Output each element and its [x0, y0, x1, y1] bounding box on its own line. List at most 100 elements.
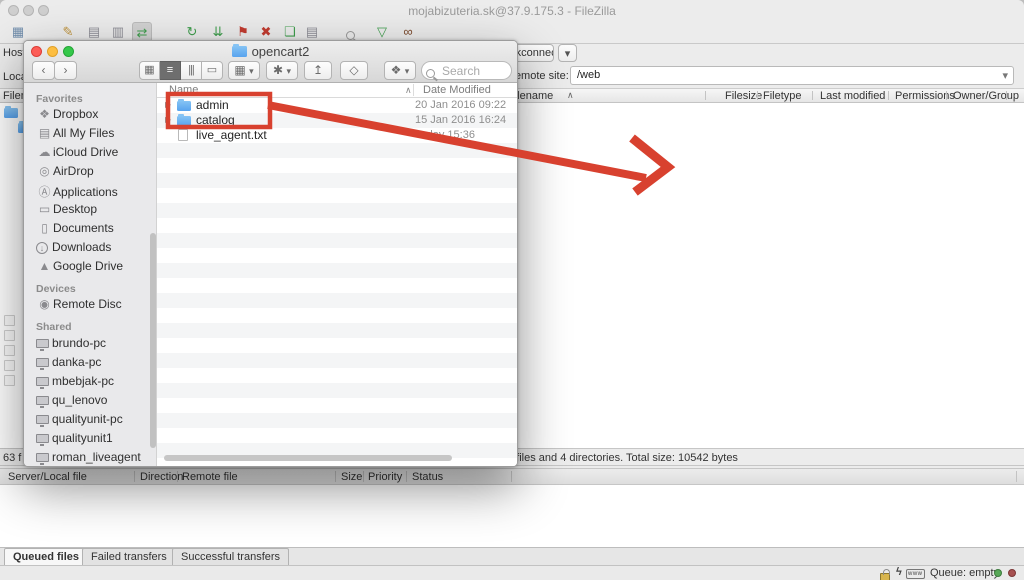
queue-status-text: Queue: empty — [930, 567, 999, 579]
tag-button[interactable]: ◇ — [340, 61, 368, 80]
fz-close-button[interactable] — [8, 5, 19, 16]
sidebar-item-airdrop[interactable]: ◎AirDrop — [36, 164, 94, 182]
horizontal-scrollbar[interactable] — [164, 455, 452, 461]
filter-icon[interactable]: ▽ — [372, 22, 392, 42]
toggle-queue-icon[interactable]: ⚑ — [233, 22, 253, 42]
sidebar-item-desktop[interactable]: ▭Desktop — [36, 202, 97, 220]
queue-col-local[interactable]: Server/Local file — [8, 471, 87, 483]
compare-icon[interactable]: ∞ — [398, 22, 418, 42]
remote-col-filetype[interactable]: Filetype — [763, 90, 802, 102]
forward-button[interactable]: › — [54, 61, 77, 80]
sidebar-scrollbar[interactable] — [150, 233, 156, 448]
arrange-button[interactable]: ▦ ▾ — [228, 61, 260, 80]
queue-col-remote[interactable]: Remote file — [182, 471, 238, 483]
queue-col-status[interactable]: Status — [412, 471, 443, 483]
toggle-tree-icon[interactable]: ▥ — [108, 22, 128, 42]
coverflow-view-button[interactable]: ▭ — [202, 61, 223, 80]
sync-browsing-icon[interactable]: ⇄ — [132, 22, 152, 42]
sidebar-item-applications[interactable]: ⒶApplications — [36, 183, 118, 201]
list-view-button[interactable]: ≡ — [160, 61, 181, 80]
sidebar-item-qu-lenovo[interactable]: qu_lenovo — [36, 393, 107, 411]
remote-row-parent[interactable]: .. — [1010, 103, 1024, 118]
sidebar-item-remote-disc[interactable]: ◉Remote Disc — [36, 297, 122, 315]
queue-list-area[interactable] — [0, 485, 1024, 547]
file-row-live-agent-txt[interactable]: live_agent.txt Today 15:36 — [157, 128, 517, 143]
dropbox-icon: ❖ — [36, 107, 53, 121]
icon-view-button[interactable]: ▦ — [139, 61, 160, 80]
documents-icon: ▯ — [36, 221, 53, 235]
finder-window-title: opencart2 — [24, 44, 517, 59]
chevron-down-icon: ▾ — [249, 66, 254, 76]
remote-site-dropdown-icon[interactable]: ▾ — [1002, 69, 1008, 82]
disconnect-icon[interactable]: ❏ — [280, 22, 300, 42]
remote-file-list[interactable]: .. adminDirectory01/26/16 15:...flcdmpe … — [505, 103, 1024, 448]
back-button[interactable]: ‹ — [32, 61, 55, 80]
queue-success-indicator — [994, 569, 1002, 577]
computer-icon — [36, 434, 49, 443]
file-row-catalog[interactable]: ▶ catalog 15 Jan 2016 16:24 — [157, 113, 517, 128]
sort-ascending-icon: ∧ — [405, 85, 412, 96]
filezilla-window-title: mojabizuteria.sk@37.9.175.3 - FileZilla — [0, 0, 1024, 18]
dropbox-toolbar-button[interactable]: ❖ ▾ — [384, 61, 416, 80]
sidebar-item-icloud-drive[interactable]: ☁iCloud Drive — [36, 145, 118, 163]
tab-successful-transfers[interactable]: Successful transfers — [172, 548, 289, 565]
edit-icon[interactable]: ✎ — [58, 22, 78, 42]
sidebar-item-all-my-files[interactable]: ▤All My Files — [36, 126, 114, 144]
refresh-icon[interactable]: ↻ — [182, 22, 202, 42]
fz-minimize-button[interactable] — [23, 5, 34, 16]
remote-row-crossdomain-xml[interactable]: crossdomain.xml197XML01/26/16 15:...adfr… — [1010, 193, 1024, 208]
sidebar-item-roman-liveagent[interactable]: roman_liveagent — [36, 450, 141, 467]
all-my-files-icon: ▤ — [36, 126, 53, 140]
remote-columns-header[interactable]: Filename ∧ Filesize Filetype Last modifi… — [505, 88, 1024, 103]
chevron-down-icon: ▾ — [286, 66, 291, 76]
queue-col-priority[interactable]: Priority — [368, 471, 402, 483]
finder-titlebar[interactable]: opencart2 ‹ › ▦ ≡ ||| ▭ ▦ ▾ ✱ ▾ ↥ ◇ ❖ ▾ — [24, 41, 517, 83]
remote-col-owner[interactable]: Owner/Group — [953, 90, 1019, 102]
action-gear-button[interactable]: ✱ ▾ — [266, 61, 298, 80]
remote-site-field[interactable]: /web ▾ — [570, 66, 1014, 85]
sidebar-item-documents[interactable]: ▯Documents — [36, 221, 114, 239]
tab-failed-transfers[interactable]: Failed transfers — [82, 548, 176, 565]
disclosure-triangle-icon[interactable]: ▶ — [165, 100, 171, 109]
remote-row-index-php[interactable]: index.php8163PHP01/26/16 15:...adfrw (06… — [1010, 208, 1024, 223]
computer-icon — [36, 377, 49, 386]
remote-row-config-php[interactable]: config.php1747PHP01/26/16 15:...adfrw (0… — [1010, 178, 1024, 193]
finder-list-header[interactable]: Name ∧ Date Modified — [157, 83, 517, 98]
sidebar-item-danka-pc[interactable]: danka-pc — [36, 355, 101, 373]
sidebar-item-google-drive[interactable]: ▲Google Drive — [36, 259, 123, 277]
remote-row-php-ini[interactable]: php.ini435Properties01/26/16 15:...adfrw… — [1010, 223, 1024, 238]
tab-queued-files[interactable]: Queued files — [4, 548, 88, 565]
list-background[interactable] — [157, 98, 517, 466]
remote-col-modified[interactable]: Last modified — [820, 90, 885, 102]
column-name[interactable]: Name — [169, 84, 198, 96]
remote-row-admin[interactable]: adminDirectory01/26/16 15:...flcdmpe (..… — [1010, 118, 1024, 133]
cancel-icon[interactable]: ✖ — [256, 22, 276, 42]
downloads-icon: ↓ — [36, 242, 48, 254]
queue-columns-header[interactable]: Server/Local file Direction Remote file … — [0, 468, 1024, 485]
toggle-log-icon[interactable]: ▤ — [84, 22, 104, 42]
fz-zoom-button[interactable] — [38, 5, 49, 16]
site-manager-icon[interactable]: ▦ — [8, 22, 28, 42]
column-view-button[interactable]: ||| — [181, 61, 202, 80]
share-button[interactable]: ↥ — [304, 61, 332, 80]
queue-col-size[interactable]: Size — [341, 471, 362, 483]
column-date-modified[interactable]: Date Modified — [423, 84, 491, 96]
disclosure-triangle-icon[interactable]: ▶ — [165, 115, 171, 124]
finder-sidebar: Favorites ❖Dropbox ▤All My Files ☁iCloud… — [24, 83, 157, 466]
quickconnect-dropdown[interactable]: ▾ — [558, 44, 577, 62]
sidebar-item-mbebjak-pc[interactable]: mbebjak-pc — [36, 374, 114, 392]
file-row-admin[interactable]: ▶ admin 20 Jan 2016 09:22 — [157, 98, 517, 113]
remote-row-catalog[interactable]: catalogDirectory01/26/16 15:...flcdmpe (… — [1010, 133, 1024, 148]
dropbox-icon: ❖ — [391, 63, 402, 77]
sidebar-item-brundo-pc[interactable]: brundo-pc — [36, 336, 106, 354]
sidebar-item-dropbox[interactable]: ❖Dropbox — [36, 107, 98, 125]
remote-row-image[interactable]: imageDirectory01/26/16 15:...flcdmpe (..… — [1010, 148, 1024, 163]
sidebar-item-qualityunit1[interactable]: qualityunit1 — [36, 431, 113, 449]
computer-icon — [36, 396, 49, 405]
folder-icon — [232, 46, 247, 57]
process-queue-icon[interactable]: ⇊ — [208, 22, 228, 42]
sidebar-item-downloads[interactable]: ↓Downloads — [36, 240, 111, 258]
sidebar-item-qualityunit-pc[interactable]: qualityunit-pc — [36, 412, 123, 430]
directory-listing-icon[interactable]: ▤ — [302, 22, 322, 42]
remote-row-system[interactable]: systemDirectory01/26/16 15:...flcdmpe (.… — [1010, 163, 1024, 178]
